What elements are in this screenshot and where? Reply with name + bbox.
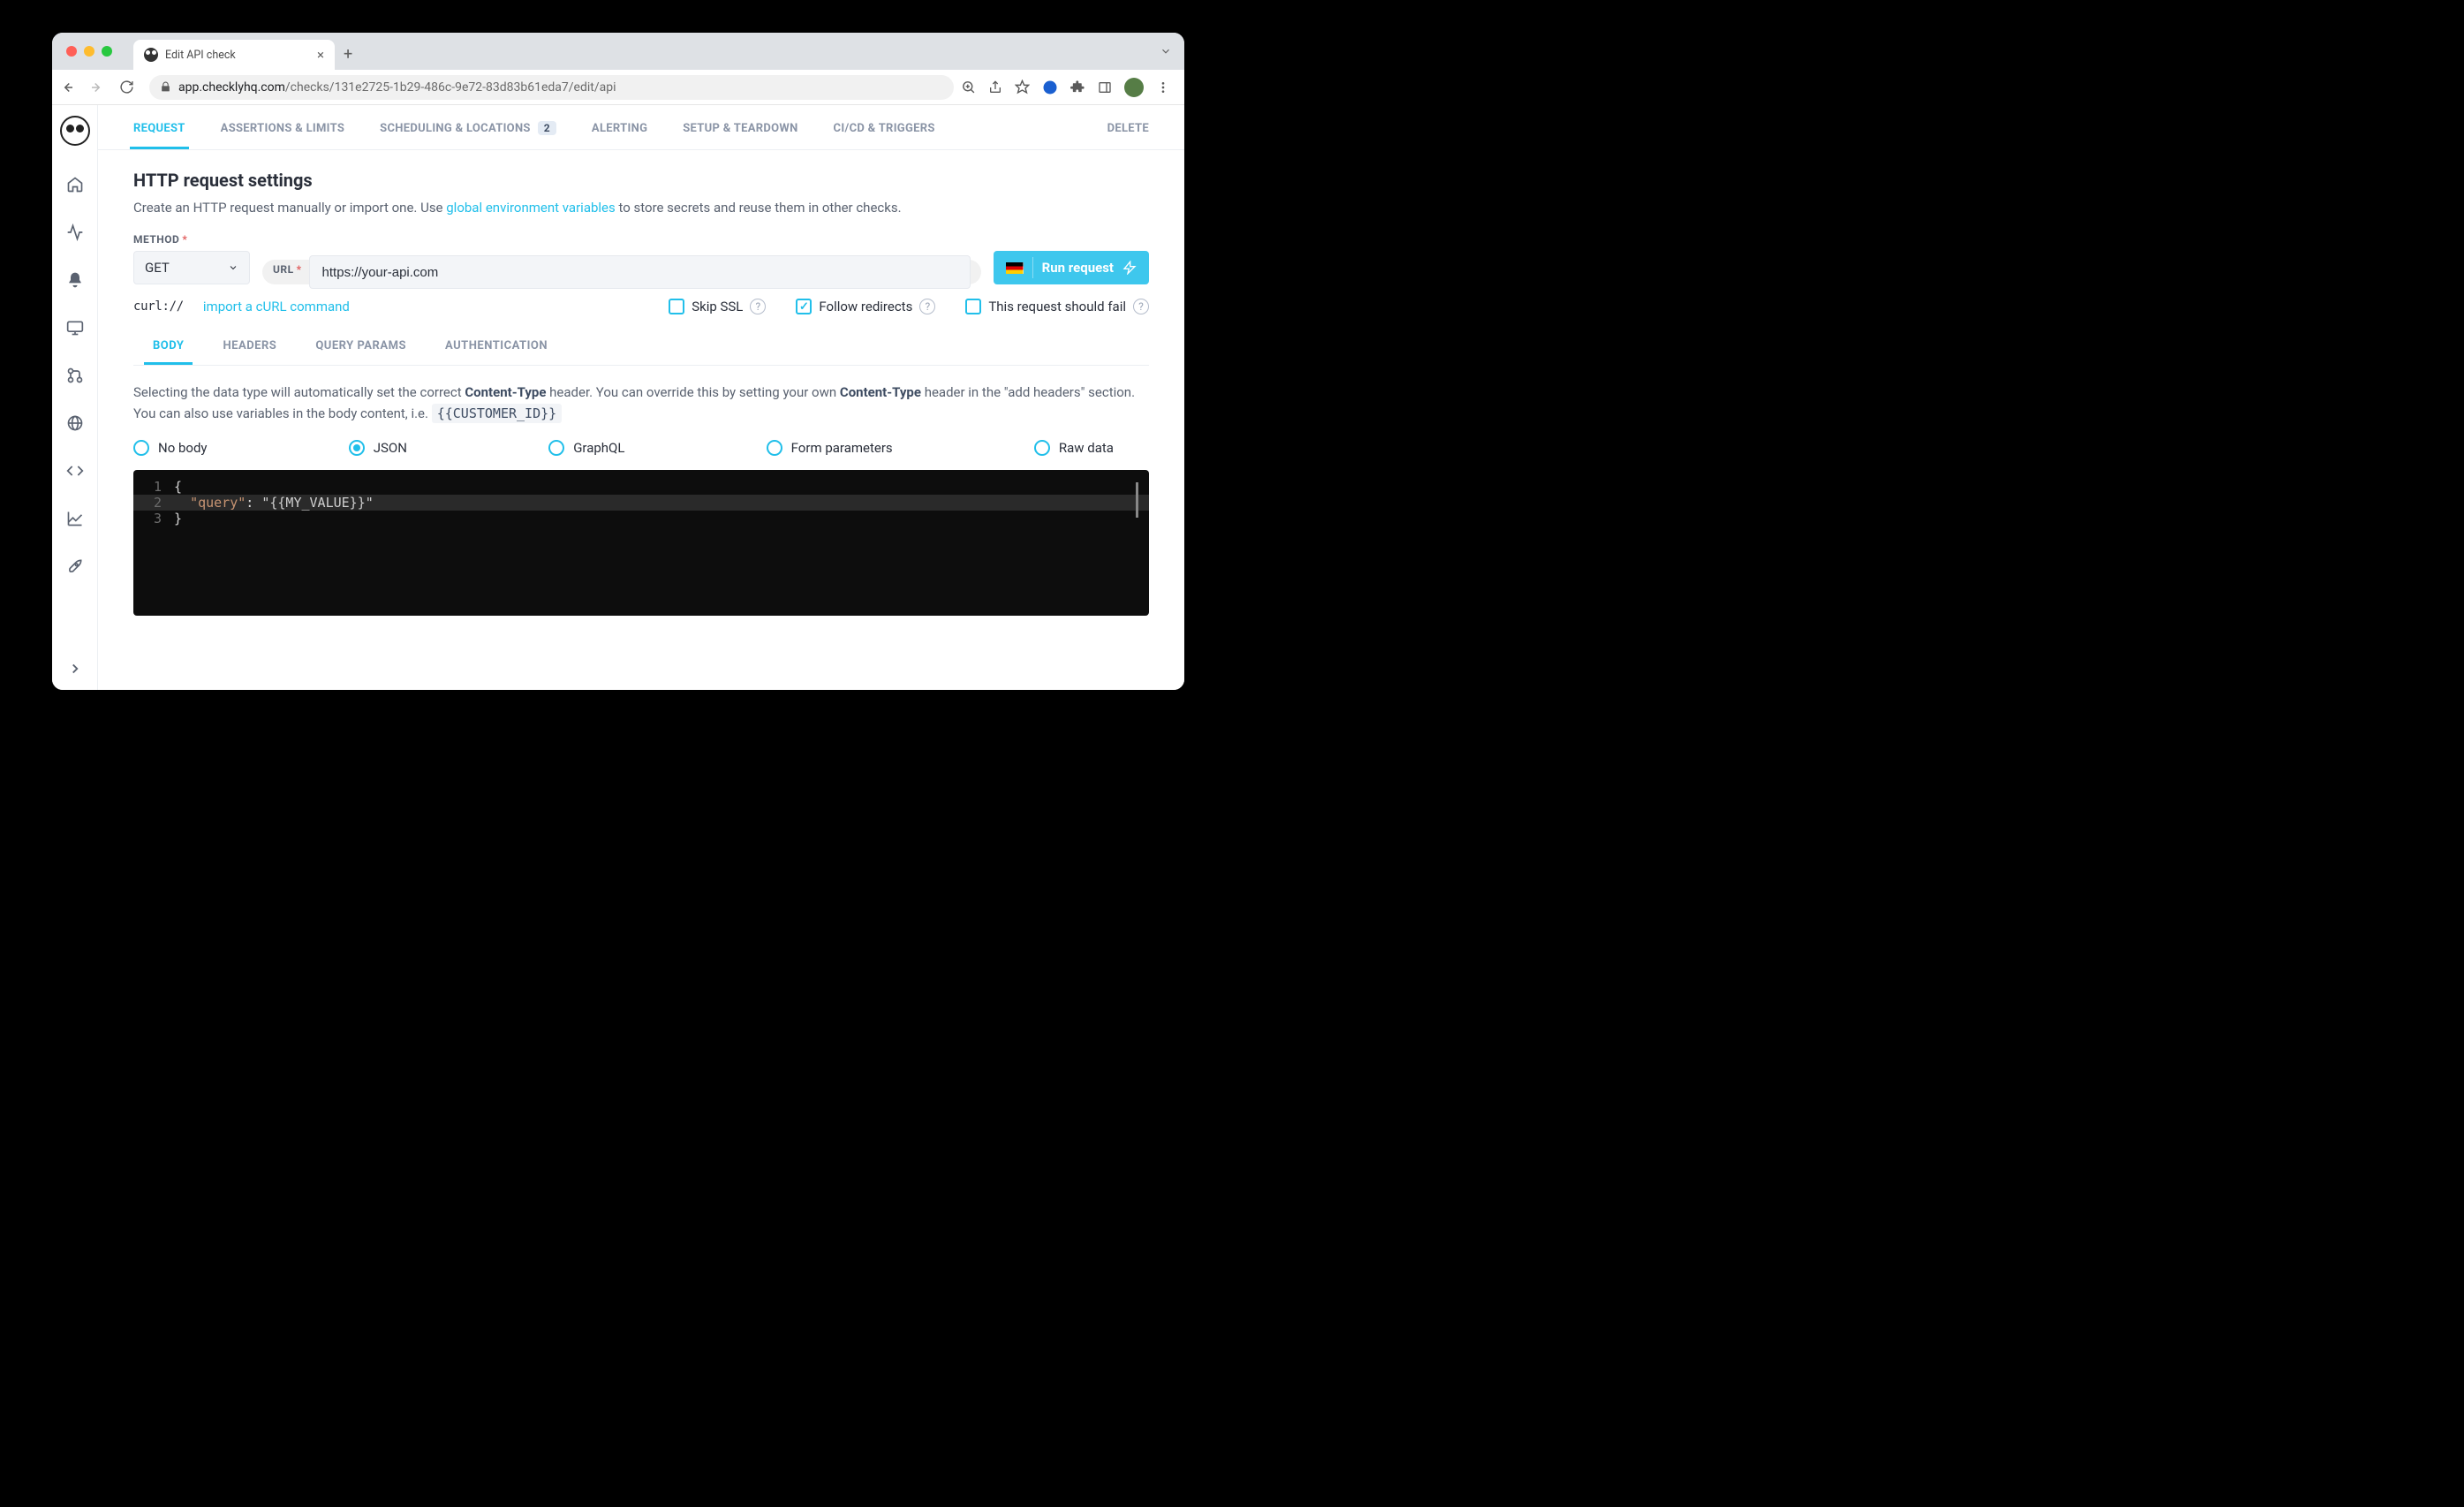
sidebar-rocket-icon[interactable] <box>66 557 84 575</box>
body-tabs: BODY HEADERS QUERY PARAMS AUTHENTICATION <box>133 339 1149 366</box>
run-request-button[interactable]: Run request <box>994 251 1149 284</box>
tab-title: Edit API check <box>165 49 236 62</box>
url-field-col: URL* <box>262 260 981 284</box>
zoom-icon[interactable] <box>961 80 976 95</box>
window-minimize[interactable] <box>84 46 94 57</box>
lock-icon <box>160 81 171 93</box>
should-fail-checkbox[interactable]: This request should fail ? <box>965 299 1149 314</box>
method-label: METHOD* <box>133 233 250 246</box>
bolt-icon <box>1122 261 1137 275</box>
app: REQUEST ASSERTIONS & LIMITS SCHEDULING &… <box>52 105 1184 690</box>
body-description: Selecting the data type will automatical… <box>133 382 1149 424</box>
sidebar-alerts-icon[interactable] <box>66 271 84 289</box>
app-logo[interactable] <box>60 116 90 146</box>
bookmark-icon[interactable] <box>1015 80 1030 95</box>
main-panel: REQUEST ASSERTIONS & LIMITS SCHEDULING &… <box>98 105 1184 690</box>
panel-icon[interactable] <box>1098 80 1112 95</box>
browser-window: Edit API check × + app.checklyhq.com/che… <box>52 33 1184 690</box>
url-field[interactable]: app.checklyhq.com/checks/131e2725-1b29-4… <box>149 75 954 100</box>
address-bar: app.checklyhq.com/checks/131e2725-1b29-4… <box>52 70 1184 105</box>
titlebar: Edit API check × + <box>52 33 1184 70</box>
help-icon[interactable]: ? <box>1133 299 1149 314</box>
sidebar-globe-icon[interactable] <box>66 414 84 432</box>
section-description: Create an HTTP request manually or impor… <box>133 200 1149 216</box>
radio-graphql[interactable]: GraphQL <box>548 440 624 456</box>
options-row: curl:// import a cURL command Skip SSL ?… <box>133 299 1149 314</box>
menu-icon[interactable] <box>1156 80 1170 95</box>
section-title: HTTP request settings <box>133 170 1149 191</box>
curl-label: curl:// <box>133 299 184 314</box>
skip-ssl-checkbox[interactable]: Skip SSL ? <box>669 299 766 314</box>
subtab-body[interactable]: BODY <box>149 339 187 365</box>
window-close[interactable] <box>66 46 77 57</box>
sidebar-home-icon[interactable] <box>66 176 84 193</box>
radio-json[interactable]: JSON <box>349 440 407 456</box>
tab-assertions[interactable]: ASSERTIONS & LIMITS <box>221 122 345 149</box>
url-text: app.checklyhq.com/checks/131e2725-1b29-4… <box>178 80 616 95</box>
follow-redirects-checkbox[interactable]: Follow redirects ? <box>796 299 935 314</box>
scrollbar-thumb[interactable] <box>1136 482 1138 518</box>
sidebar-activity-icon[interactable] <box>66 223 84 241</box>
subtab-authentication[interactable]: AUTHENTICATION <box>442 339 551 365</box>
sidebar-git-icon[interactable] <box>66 367 84 384</box>
browser-tab[interactable]: Edit API check × <box>133 40 335 70</box>
profile-avatar[interactable] <box>1124 78 1144 97</box>
extensions-icon[interactable] <box>1070 80 1085 95</box>
toolbar-right <box>961 78 1177 97</box>
favicon-icon <box>144 48 158 62</box>
nav-reload-button[interactable] <box>119 80 142 95</box>
nav-back-button[interactable] <box>59 80 82 95</box>
tab-setup-teardown[interactable]: SETUP & TEARDOWN <box>683 122 797 149</box>
traffic-lights <box>52 46 112 57</box>
share-icon[interactable] <box>988 80 1002 95</box>
sidebar-expand-icon[interactable] <box>66 660 84 678</box>
tab-close-icon[interactable]: × <box>317 49 324 62</box>
sidebar <box>52 105 98 690</box>
check-tabs: REQUEST ASSERTIONS & LIMITS SCHEDULING &… <box>98 105 1184 150</box>
subtab-query-params[interactable]: QUERY PARAMS <box>312 339 410 365</box>
sidebar-analytics-icon[interactable] <box>66 510 84 527</box>
nav-forward-button[interactable] <box>89 80 112 95</box>
new-tab-button[interactable]: + <box>344 45 352 64</box>
tab-scheduling[interactable]: SCHEDULING & LOCATIONS2 <box>380 121 556 149</box>
method-select[interactable]: GET <box>133 251 250 284</box>
flag-de-icon <box>1006 262 1024 274</box>
tabs-dropdown-icon[interactable] <box>1160 45 1172 57</box>
chevron-down-icon <box>228 262 238 273</box>
extension-1password-icon[interactable] <box>1042 80 1058 95</box>
env-vars-link[interactable]: global environment variables <box>446 200 616 216</box>
tab-delete[interactable]: DELETE <box>1107 122 1149 149</box>
radio-no-body[interactable]: No body <box>133 440 208 456</box>
radio-form[interactable]: Form parameters <box>767 440 893 456</box>
help-icon[interactable]: ? <box>919 299 935 314</box>
content: HTTP request settings Create an HTTP req… <box>98 150 1184 616</box>
tab-alerting[interactable]: ALERTING <box>592 122 647 149</box>
window-maximize[interactable] <box>102 46 112 57</box>
url-input[interactable] <box>309 255 971 289</box>
help-icon[interactable]: ? <box>750 299 766 314</box>
url-label: URL* <box>273 263 302 276</box>
body-type-radios: No body JSON GraphQL Form parameters Raw… <box>133 440 1149 456</box>
sidebar-monitor-icon[interactable] <box>66 319 84 337</box>
tab-cicd[interactable]: CI/CD & TRIGGERS <box>834 122 935 149</box>
method-field: METHOD* GET <box>133 233 250 284</box>
import-curl-link[interactable]: import a cURL command <box>203 299 350 314</box>
tab-request[interactable]: REQUEST <box>133 122 185 149</box>
radio-raw[interactable]: Raw data <box>1034 440 1114 456</box>
sidebar-code-icon[interactable] <box>66 462 84 480</box>
body-editor[interactable]: 1{ 2 "query": "{{MY_VALUE}}" 3} <box>133 470 1149 616</box>
subtab-headers[interactable]: HEADERS <box>219 339 280 365</box>
request-form-row: METHOD* GET URL* Run request <box>133 233 1149 284</box>
